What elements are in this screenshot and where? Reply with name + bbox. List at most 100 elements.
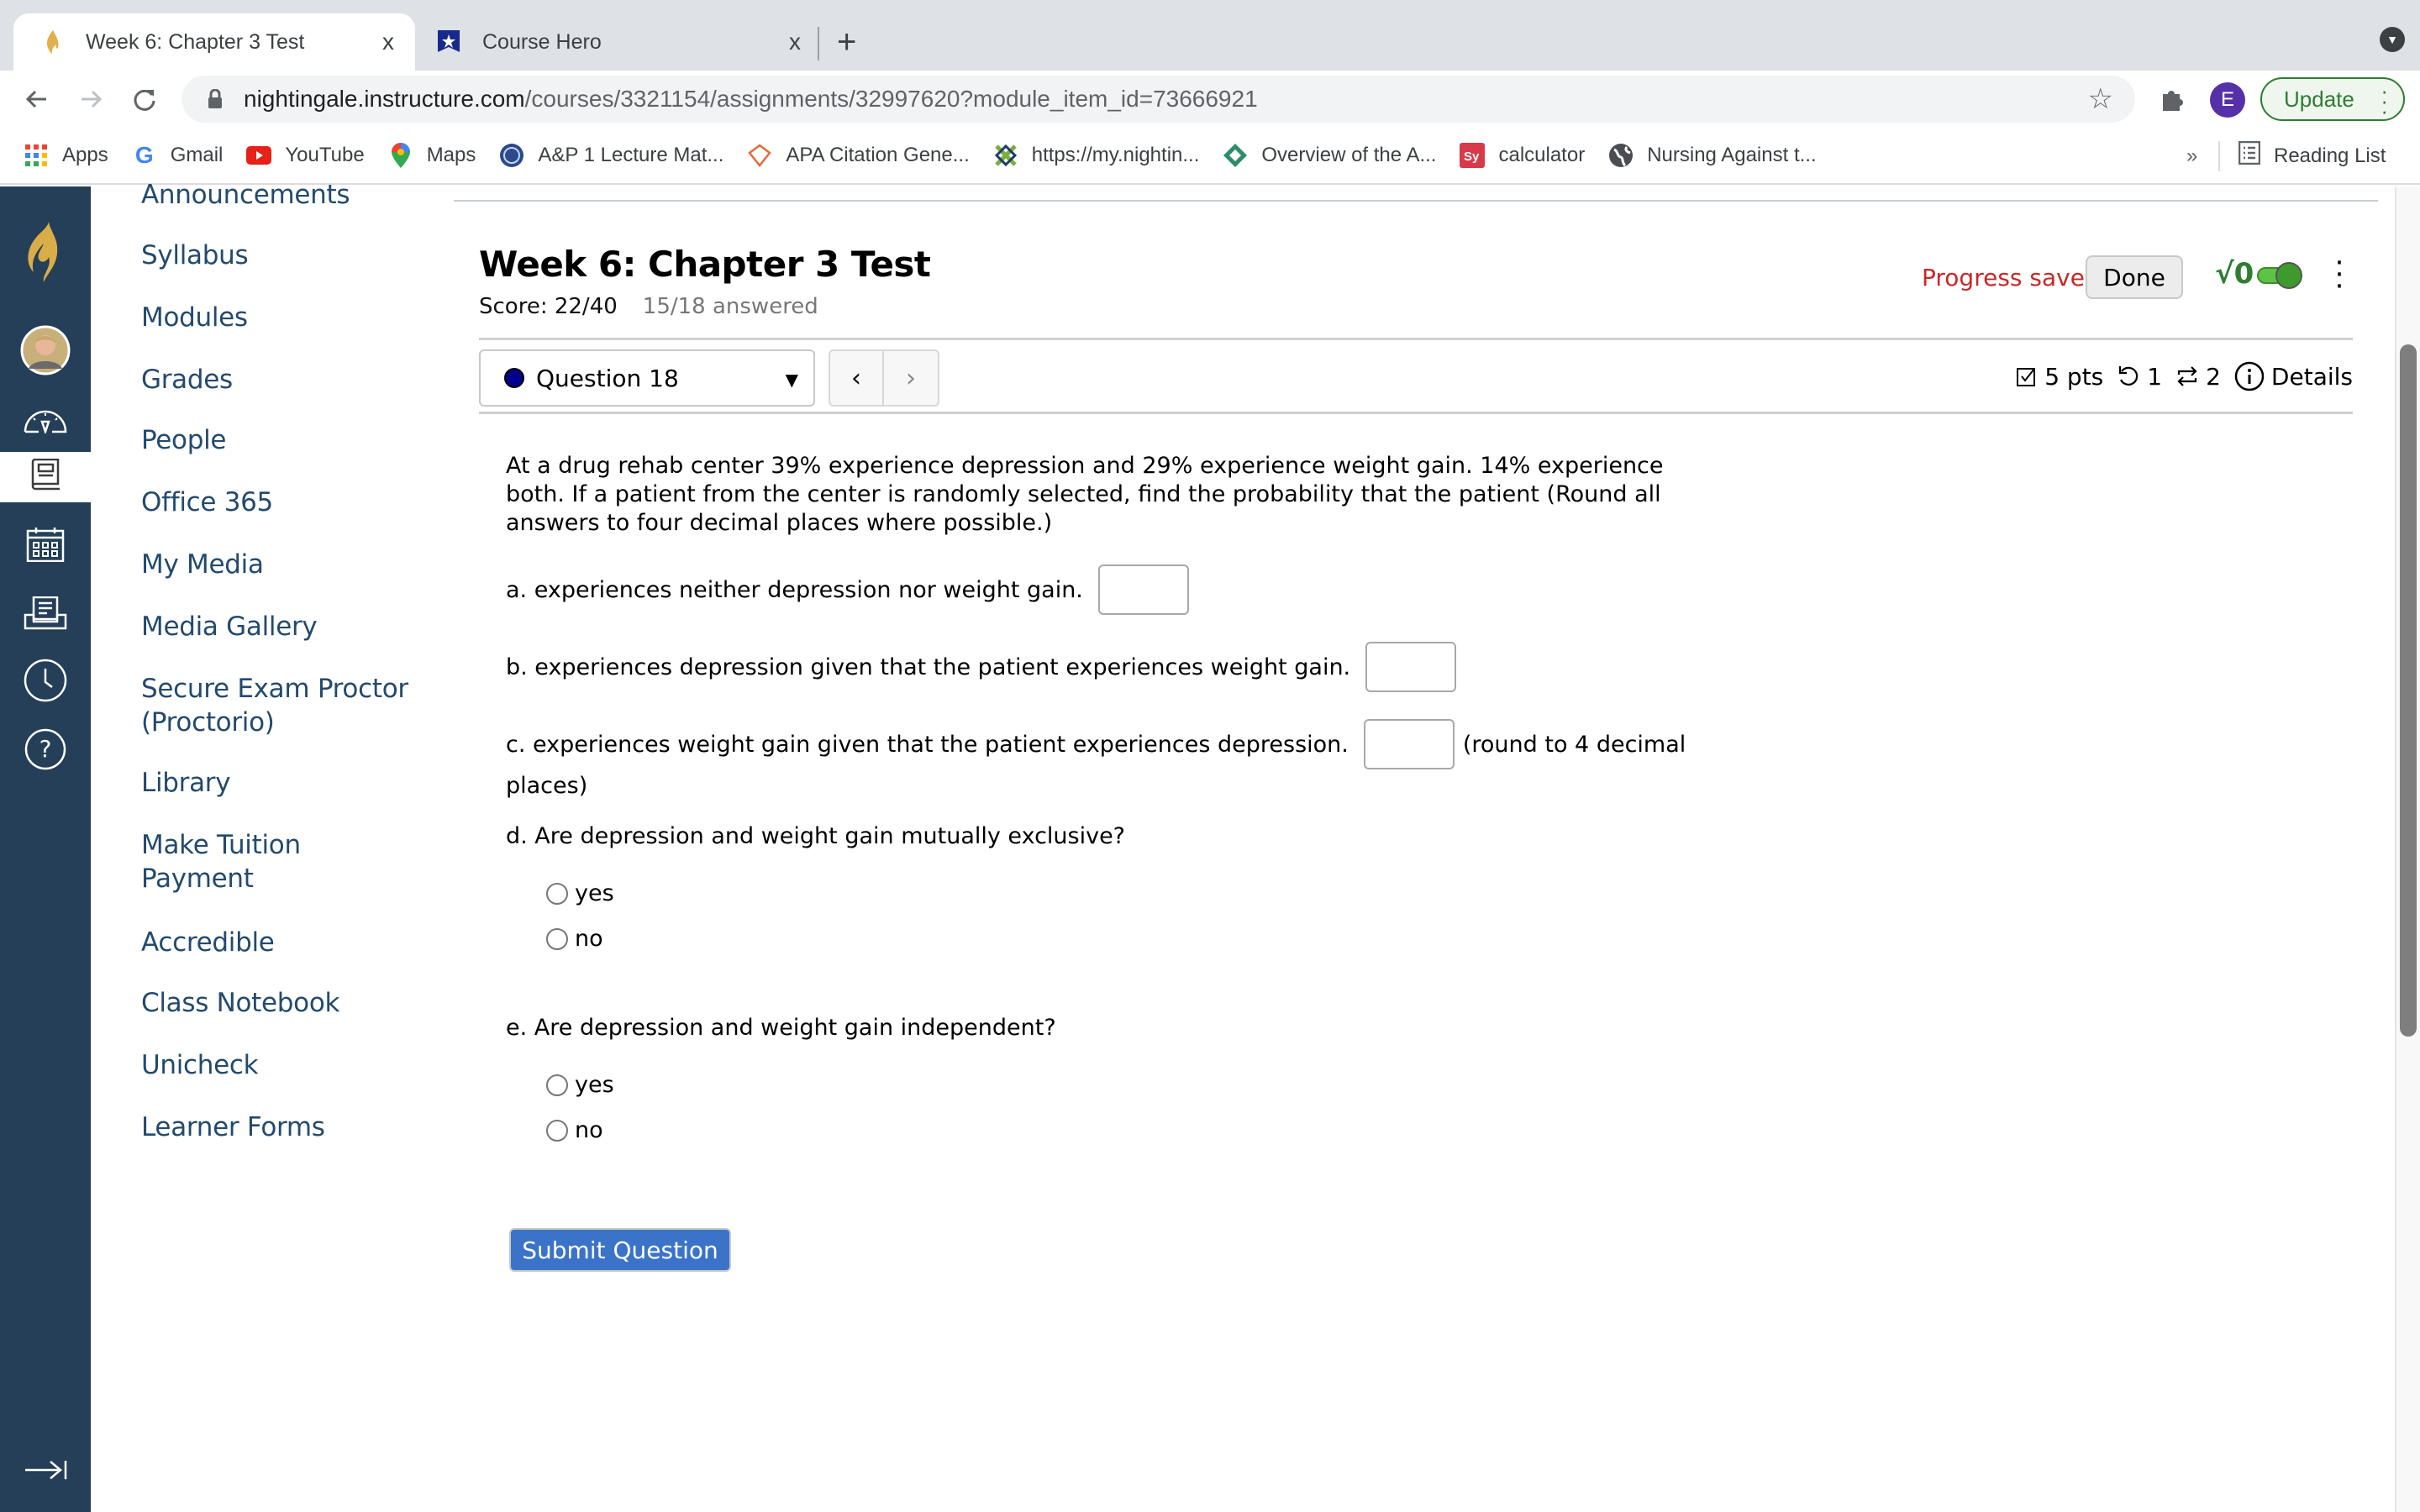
- part-c-answer-input[interactable]: [1363, 719, 1455, 769]
- scrollbar-thumb[interactable]: [2400, 344, 2417, 1037]
- bookmark-nursing-against[interactable]: Nursing Against t...: [1608, 143, 1817, 168]
- course-nav-modules[interactable]: Modules: [141, 301, 248, 334]
- radio-button[interactable]: [546, 1074, 568, 1096]
- course-nav-tuition-payment[interactable]: Make Tuition Payment: [141, 828, 334, 895]
- collapse-arrow-icon: [24, 1460, 67, 1484]
- course-nav-people[interactable]: People: [141, 423, 227, 457]
- next-question-button[interactable]: ›: [884, 349, 939, 407]
- global-nav-history[interactable]: [0, 657, 91, 707]
- reading-list-button[interactable]: Reading List: [2238, 140, 2386, 171]
- globe-icon: [1608, 143, 1634, 168]
- bookmark-youtube[interactable]: YouTube: [246, 143, 365, 168]
- browser-toolbar: nightingale.instructure.com/courses/3321…: [0, 71, 2420, 128]
- course-nav-my-media[interactable]: My Media: [141, 548, 264, 581]
- bookmark-ap-lecture[interactable]: A&P 1 Lecture Mat...: [499, 143, 723, 168]
- part-e-prompt: e. Are depression and weight gain indepe…: [506, 1015, 1056, 1041]
- bookmark-gmail[interactable]: G Gmail: [132, 142, 224, 168]
- part-b-answer-input[interactable]: [1365, 642, 1457, 692]
- details-link[interactable]: Details: [2234, 361, 2353, 391]
- bookmark-label: Nursing Against t...: [1647, 144, 1817, 166]
- bookmark-star-icon[interactable]: ☆: [2088, 82, 2113, 116]
- bookmark-label: calculator: [1498, 144, 1586, 166]
- global-nav-dashboard[interactable]: [0, 391, 91, 452]
- global-nav-account[interactable]: [0, 323, 91, 381]
- question-selector[interactable]: Question 18 ▼: [479, 349, 815, 407]
- bookmark-overview[interactable]: Overview of the A...: [1223, 143, 1436, 168]
- course-nav-class-notebook[interactable]: Class Notebook: [141, 986, 339, 1020]
- versions-info: 2: [2175, 363, 2221, 391]
- score-summary: Score: 22/40 15/18 answered: [479, 294, 818, 319]
- previous-question-button[interactable]: ‹: [829, 349, 884, 407]
- math-entry-toggle[interactable]: √0: [2215, 257, 2304, 291]
- course-nav-library[interactable]: Library: [141, 766, 231, 800]
- answered-count: 15/18 answered: [642, 294, 818, 319]
- bookmark-maps[interactable]: Maps: [388, 143, 476, 168]
- toggle-switch[interactable]: [2257, 262, 2304, 289]
- done-button[interactable]: Done: [2086, 255, 2183, 299]
- global-nav-calendar[interactable]: [0, 521, 91, 571]
- course-nav-grades[interactable]: Grades: [141, 363, 233, 396]
- reload-icon[interactable]: [124, 79, 165, 119]
- part-a: a. experiences neither depression nor we…: [506, 564, 1189, 615]
- checkbox-icon: [2017, 368, 2036, 386]
- collapse-nav-button[interactable]: [0, 1446, 91, 1497]
- part-d-yes-option[interactable]: yes: [546, 880, 614, 906]
- radio-button[interactable]: [546, 1119, 568, 1142]
- part-d-no-option[interactable]: no: [546, 926, 603, 952]
- update-button[interactable]: Update · · ·: [2260, 77, 2405, 122]
- more-options-icon[interactable]: · · ·: [2331, 249, 2348, 301]
- info-icon: [2234, 361, 2265, 391]
- part-e-yes-option[interactable]: yes: [546, 1072, 614, 1098]
- part-a-answer-input[interactable]: [1097, 564, 1189, 615]
- reading-list-icon: [2238, 140, 2261, 171]
- bookmarks-overflow-button[interactable]: »: [2186, 144, 2197, 168]
- back-icon[interactable]: [17, 79, 57, 119]
- divider: [479, 412, 2353, 414]
- new-tab-button[interactable]: +: [837, 22, 856, 62]
- submit-question-button[interactable]: Submit Question: [509, 1228, 731, 1272]
- flame-icon: [39, 29, 66, 55]
- courses-book-icon: [28, 458, 63, 496]
- course-nav-proctorio[interactable]: Secure Exam Proctor (Proctorio): [141, 672, 418, 739]
- course-nav-accredible[interactable]: Accredible: [141, 926, 275, 959]
- dashboard-gauge-icon: [24, 407, 67, 438]
- tab-search-icon[interactable]: ▼: [2380, 27, 2405, 52]
- course-nav-announcements[interactable]: Announcements: [141, 178, 350, 212]
- address-bar[interactable]: nightingale.instructure.com/courses/3321…: [182, 76, 2135, 123]
- help-question-icon: ?: [24, 728, 66, 774]
- profile-avatar[interactable]: E: [2210, 82, 2245, 118]
- bookmark-calculator[interactable]: Sy calculator: [1460, 143, 1585, 168]
- course-nav-learner-forms[interactable]: Learner Forms: [141, 1110, 325, 1144]
- bookmark-apa-citation[interactable]: APA Citation Gene...: [747, 143, 970, 168]
- points-info: 5 pts: [2016, 363, 2103, 391]
- bookmark-label: https://my.nightin...: [1031, 144, 1200, 166]
- part-e-no-option[interactable]: no: [546, 1117, 603, 1143]
- radio-button[interactable]: [546, 882, 568, 905]
- course-nav-syllabus[interactable]: Syllabus: [141, 239, 249, 272]
- chrome-menu-icon[interactable]: · · ·: [2381, 80, 2388, 122]
- maps-pin-icon: [388, 143, 413, 168]
- tab-week6-test[interactable]: Week 6: Chapter 3 Test x: [13, 13, 415, 71]
- tab-divider: [818, 27, 819, 60]
- course-nav-unicheck[interactable]: Unicheck: [141, 1048, 259, 1082]
- part-b: b. experiences depression given that the…: [506, 642, 1457, 692]
- global-nav-help[interactable]: ?: [0, 726, 91, 776]
- youtube-icon: [246, 143, 272, 168]
- global-nav-logo[interactable]: [0, 212, 91, 296]
- course-nav-office-365[interactable]: Office 365: [141, 486, 273, 519]
- extensions-puzzle-icon[interactable]: [2158, 84, 2188, 118]
- bookmark-my-nightingale[interactable]: https://my.nightin...: [993, 143, 1200, 168]
- radio-button[interactable]: [546, 927, 568, 950]
- tab-course-hero[interactable]: Course Hero x: [420, 13, 822, 71]
- global-nav-inbox[interactable]: [0, 590, 91, 640]
- calendar-icon: [26, 527, 65, 566]
- bookmark-label: APA Citation Gene...: [786, 144, 970, 166]
- bookmark-apps[interactable]: Apps: [24, 143, 108, 168]
- close-tab-icon[interactable]: x: [371, 29, 405, 55]
- part-c-prompt: c. experiences weight gain given that th…: [506, 731, 1349, 758]
- close-tab-icon[interactable]: x: [778, 29, 812, 55]
- forward-icon[interactable]: [71, 79, 111, 119]
- global-nav-courses[interactable]: [0, 452, 91, 502]
- chevron-down-icon: ▼: [785, 370, 798, 390]
- course-nav-media-gallery[interactable]: Media Gallery: [141, 610, 318, 643]
